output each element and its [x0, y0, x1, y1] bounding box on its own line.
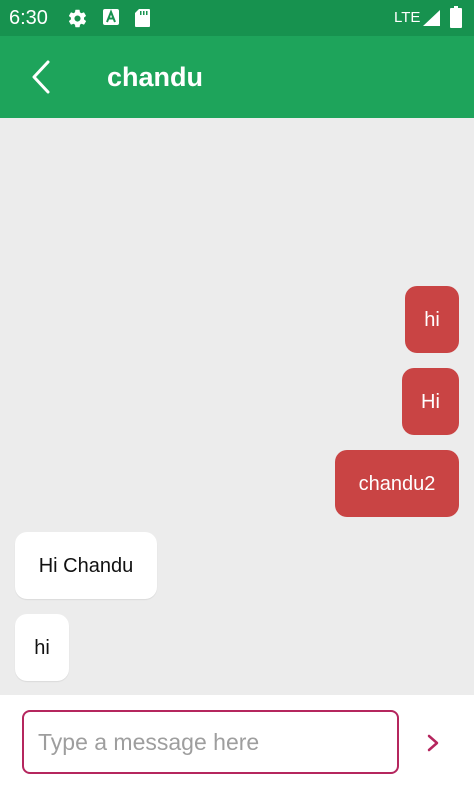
message-bubble-sent[interactable]: hi [405, 286, 459, 353]
message-bubble-received[interactable]: hi [15, 614, 69, 681]
message-text: chandu2 [358, 473, 436, 495]
message-text: hi [424, 309, 440, 331]
signal-icon [423, 10, 440, 26]
send-button[interactable] [418, 728, 448, 758]
sd-card-icon [135, 9, 150, 27]
message-composer [0, 695, 474, 790]
chevron-left-icon [32, 60, 50, 94]
network-type-label: LTE [394, 9, 421, 26]
chevron-right-icon [427, 734, 439, 752]
chat-title: chandu [107, 62, 204, 92]
message-bubble-sent[interactable]: chandu2 [335, 450, 459, 517]
message-list[interactable]: hi Hi chandu2 Hi Chandu hi [0, 118, 474, 695]
message-bubble-sent[interactable]: Hi [402, 368, 459, 435]
message-bubble-received[interactable]: Hi Chandu [15, 532, 157, 599]
message-text: hi [34, 637, 50, 659]
status-bar: 6:30 LTE [0, 0, 474, 36]
message-text: Hi [421, 391, 440, 413]
battery-icon [450, 6, 462, 28]
back-button[interactable] [22, 56, 62, 98]
app-bar: chandu [0, 36, 474, 118]
status-time: 6:30 [9, 7, 48, 29]
font-a-icon [103, 9, 119, 25]
message-text: Hi Chandu [38, 555, 134, 577]
message-input[interactable] [22, 710, 399, 774]
gear-icon [68, 9, 87, 28]
